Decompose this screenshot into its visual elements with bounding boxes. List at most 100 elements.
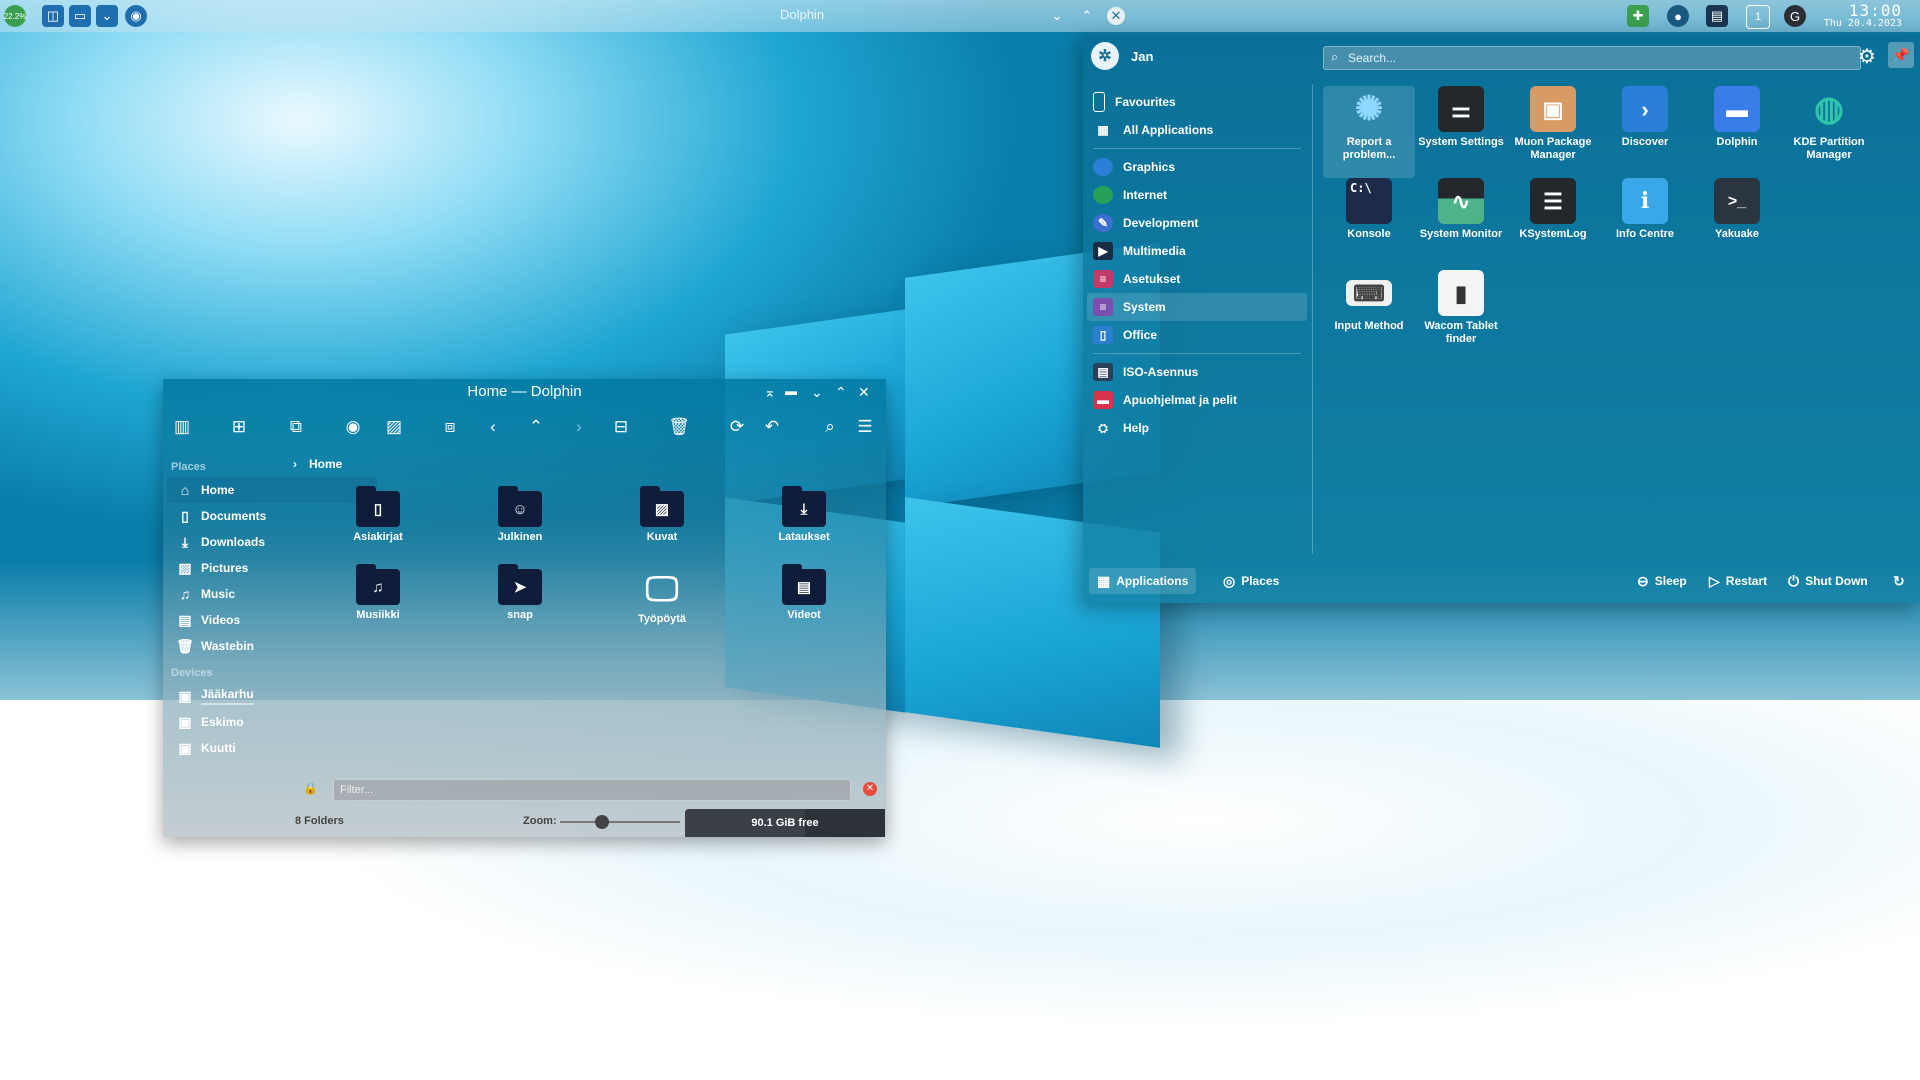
app-dolphin[interactable]: ▬ Dolphin <box>1691 86 1783 149</box>
folder-lataukset[interactable]: ⤓ Lataukset <box>744 486 864 543</box>
folder-musiikki[interactable]: ♫ Musiikki <box>318 564 438 621</box>
reload-icon[interactable]: ⟳ <box>723 413 751 441</box>
restart-button[interactable]: ▷ Restart <box>1701 568 1775 594</box>
tab-applications[interactable]: ▦ Applications <box>1089 568 1197 594</box>
battery-indicator[interactable]: 22.2% <box>4 5 26 27</box>
avatar[interactable]: ✲ <box>1091 42 1119 70</box>
clear-filter-icon[interactable]: ✕ <box>863 782 877 796</box>
app-info-centre[interactable]: i Info Centre <box>1599 178 1691 241</box>
category-all-applications[interactable]: ▦ All Applications <box>1087 116 1307 144</box>
device-label: Jääkarhu <box>201 687 254 705</box>
terminal-icon: C:\ <box>1346 178 1392 224</box>
device-kuutti[interactable]: ▣ Kuutti <box>167 735 377 761</box>
chevron-down-icon[interactable]: ⌄ <box>96 5 118 27</box>
globe-icon <box>1093 186 1113 204</box>
trash-icon[interactable]: 🗑 <box>665 413 693 441</box>
app-ksystemlog[interactable]: ☰ KSystemLog <box>1507 178 1599 241</box>
category-office[interactable]: ▯ Office <box>1087 321 1307 349</box>
clock[interactable]: 13:00 Thu 20.4.2023 <box>1824 1 1902 29</box>
tab-places[interactable]: ◎ Places <box>1215 568 1287 594</box>
category-graphics[interactable]: Graphics <box>1087 153 1307 181</box>
keep-above-icon[interactable]: ⌅ <box>764 384 776 401</box>
shutdown-button[interactable]: ⏻ Shut Down <box>1780 568 1876 594</box>
category-iso-asennus[interactable]: ▤ ISO-Asennus <box>1087 358 1307 386</box>
app-system-settings[interactable]: ⚌ System Settings <box>1415 86 1507 149</box>
pin-icon[interactable]: 📌 <box>1888 42 1914 68</box>
folder-tyopoyta[interactable]: 🖵 Työpöytä <box>602 569 722 625</box>
app-wacom-finder[interactable]: ▮ Wacom Tablet finder <box>1415 270 1507 346</box>
breadcrumb-home[interactable]: Home <box>309 457 342 471</box>
window-list-icon[interactable]: ◫ <box>42 5 64 27</box>
user-header[interactable]: ✲ Jan <box>1091 42 1153 70</box>
place-label: Documents <box>201 509 267 523</box>
zoom-slider[interactable] <box>560 815 680 829</box>
keyboard-icon: ⌨ <box>1346 280 1392 306</box>
category-apuohjelmat[interactable]: ▬ Apuohjelmat ja pelit <box>1087 386 1307 414</box>
place-wastebin[interactable]: 🗑 Wastebin <box>167 633 377 659</box>
category-label: Favourites <box>1115 95 1176 109</box>
folder-kuvat[interactable]: ▨ Kuvat <box>602 486 722 543</box>
undo-icon[interactable]: ↶ <box>758 413 786 441</box>
back-icon[interactable]: ‹ <box>479 413 507 441</box>
category-asetukset[interactable]: ≡ Asetukset <box>1087 265 1307 293</box>
restart-icon: ▷ <box>1709 572 1720 589</box>
category-favourites[interactable]: Favourites <box>1087 88 1307 116</box>
panels-icon[interactable]: ▥ <box>168 413 196 441</box>
window-close-icon[interactable]: ✕ <box>1107 7 1125 25</box>
image-icon[interactable]: ▨ <box>380 413 408 441</box>
gear-icon[interactable]: ⚙ <box>1858 44 1876 69</box>
sync-icon[interactable]: G <box>1784 5 1806 27</box>
discover-bag-icon: › <box>1622 86 1668 132</box>
trash-icon: 🗑 <box>176 637 194 654</box>
filter-input[interactable]: Filter... <box>333 779 851 801</box>
window-maximize-icon[interactable]: ⌃ <box>1076 5 1098 27</box>
lock-icon[interactable]: 🔒 <box>303 781 318 795</box>
device-jaakarhu[interactable]: ▣ Jääkarhu <box>167 683 377 709</box>
app-konsole[interactable]: C:\ Konsole <box>1323 178 1415 241</box>
hamburger-menu-icon[interactable]: ☰ <box>851 413 879 441</box>
free-space-bar: 90.1 GiB free <box>685 809 885 837</box>
folder-videot[interactable]: ▤ Videot <box>744 564 864 621</box>
app-partition-manager[interactable]: ◍ KDE Partition Manager <box>1783 86 1875 162</box>
new-folder-icon[interactable]: ⊟ <box>607 413 635 441</box>
show-desktop-icon[interactable]: ▭ <box>69 5 91 27</box>
terminal-icon[interactable]: ⧉ <box>282 413 310 441</box>
new-tab-icon[interactable]: ⊞ <box>225 413 253 441</box>
minimize-icon[interactable]: ⌄ <box>811 384 823 401</box>
record-icon[interactable]: ◉ <box>125 5 147 27</box>
log-viewer-icon: ☰ <box>1530 178 1576 224</box>
app-muon[interactable]: ▣ Muon Package Manager <box>1507 86 1599 162</box>
device-eskimo[interactable]: ▣ Eskimo <box>167 709 377 735</box>
app-discover[interactable]: › Discover <box>1599 86 1691 149</box>
app-report-problem[interactable]: ✺ Report a problem... <box>1323 86 1415 178</box>
category-help[interactable]: ⛭ Help <box>1087 414 1307 442</box>
forward-icon[interactable]: › <box>565 413 593 441</box>
zoom-slider-handle[interactable] <box>595 815 609 829</box>
split-view-icon[interactable]: ⧈ <box>436 413 464 441</box>
window-minimize-icon[interactable]: ⌄ <box>1046 5 1068 27</box>
folder-snap[interactable]: ➤ snap <box>460 564 580 621</box>
category-internet[interactable]: Internet <box>1087 181 1307 209</box>
folder-julkinen[interactable]: ☺ Julkinen <box>460 486 580 543</box>
virtual-desktop-icon[interactable]: 1 <box>1746 5 1770 29</box>
close-icon[interactable]: ✕ <box>858 384 870 401</box>
flag-icon[interactable]: ▬ <box>785 384 797 398</box>
maximize-icon[interactable]: ⌃ <box>835 384 847 401</box>
search-input[interactable]: Search... <box>1323 46 1861 70</box>
app-input-method[interactable]: ⌨ Input Method <box>1323 270 1415 333</box>
category-multimedia[interactable]: ▶ Multimedia <box>1087 237 1307 265</box>
preview-icon[interactable]: ◉ <box>339 413 367 441</box>
category-system[interactable]: ≡ System <box>1087 293 1307 321</box>
search-icon[interactable]: ⌕ <box>816 413 844 441</box>
breadcrumb[interactable]: › Home <box>293 457 342 471</box>
app-yakuake[interactable]: >_ Yakuake <box>1691 178 1783 241</box>
sleep-button[interactable]: ⊖ Sleep <box>1629 568 1695 594</box>
app-system-monitor[interactable]: ∿ System Monitor <box>1415 178 1507 241</box>
clipboard-icon[interactable]: ▤ <box>1706 5 1728 27</box>
category-development[interactable]: ✎ Development <box>1087 209 1307 237</box>
network-icon[interactable]: ● <box>1667 5 1689 27</box>
up-icon[interactable]: ⌃ <box>522 413 550 441</box>
updates-icon[interactable]: ✚ <box>1627 5 1649 27</box>
more-sessions-button[interactable]: ↻ <box>1885 568 1919 594</box>
folder-asiakirjat[interactable]: ▯ Asiakirjat <box>318 486 438 543</box>
